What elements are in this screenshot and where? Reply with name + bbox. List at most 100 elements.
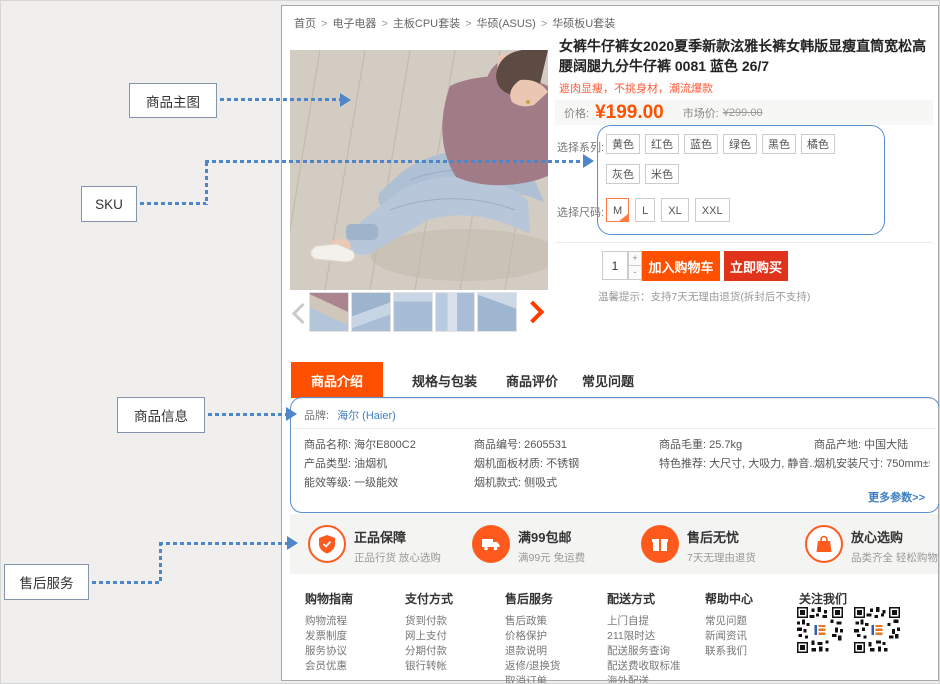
footer-link[interactable]: 返修/退换货 xyxy=(505,659,601,674)
footer-link[interactable]: 货到付款 xyxy=(405,614,501,629)
truck-icon xyxy=(472,525,510,563)
shield-icon xyxy=(308,525,346,563)
footer-column-after-sales: 售后服务 售后政策 价格保护 退款说明 返修/退换货 取消订单 xyxy=(505,590,601,684)
market-price-value: ¥299.00 xyxy=(723,107,763,119)
brand-row: 品牌: 海尔 (Haier) xyxy=(304,407,396,423)
tab-product-intro[interactable]: 商品介绍 xyxy=(291,362,383,398)
service-item: 正品保障 正品行货 放心选购 xyxy=(308,525,441,565)
price-value: ¥199.00 xyxy=(595,102,664,124)
product-title: 女裤牛仔裤女2020夏季新款泫雅长裤女韩版显瘦直筒宽松高腰阔腿九分牛仔裤 008… xyxy=(559,36,933,76)
brand-label: 品牌: xyxy=(304,410,329,422)
price-label: 价格: xyxy=(564,105,589,121)
annotation-line xyxy=(92,581,162,584)
footer-column-title: 帮助中心 xyxy=(705,590,801,607)
market-price-label: 市场价: xyxy=(683,105,719,121)
qr-code xyxy=(854,607,900,653)
promo-text: 遮肉显瘦，不挑身材，潮流爆款 xyxy=(559,80,713,96)
more-params-link[interactable]: 更多参数>> xyxy=(868,489,925,505)
thumbnail-1[interactable] xyxy=(309,292,349,332)
breadcrumb-link[interactable]: 华硕板U套装 xyxy=(552,18,615,30)
service-desc: 正品行货 放心选购 xyxy=(354,550,441,565)
footer-link[interactable]: 服务协议 xyxy=(305,644,401,659)
annotation-line xyxy=(220,98,340,101)
footer-column-delivery: 配送方式 上门自提 211限时达 配送服务查询 配送费收取标准 海外配送 xyxy=(607,590,703,684)
thumbnail-2[interactable] xyxy=(351,292,391,332)
tab-reviews[interactable]: 商品评价 xyxy=(506,362,558,398)
annotation-label-info: 商品信息 xyxy=(117,397,205,433)
spec-cell: 能效等级: 一级能效 xyxy=(304,474,474,493)
footer-link[interactable]: 联系我们 xyxy=(705,644,801,659)
quantity-increase-button[interactable]: + xyxy=(628,251,642,266)
annotation-line xyxy=(159,542,287,545)
divider xyxy=(292,428,936,429)
service-title: 正品保障 xyxy=(354,527,441,546)
breadcrumb-link[interactable]: 电子电器 xyxy=(332,18,376,30)
annotation-label-sku: SKU xyxy=(81,186,137,222)
brand-link[interactable]: 海尔 (Haier) xyxy=(337,410,396,422)
footer-column-title: 配送方式 xyxy=(607,590,703,607)
footer-link[interactable]: 海外配送 xyxy=(607,674,703,684)
footer-link[interactable]: 取消订单 xyxy=(505,674,601,684)
footer-link[interactable]: 配送服务查询 xyxy=(607,644,703,659)
footer-link[interactable]: 网上支付 xyxy=(405,629,501,644)
breadcrumb-link[interactable]: 华硕(ASUS) xyxy=(477,18,536,30)
model-photo-illustration xyxy=(290,50,548,290)
quantity-input[interactable] xyxy=(602,251,628,280)
thumbnail-4[interactable] xyxy=(435,292,475,332)
arrow-right-icon xyxy=(583,154,594,168)
footer-link[interactable]: 配送费收取标准 xyxy=(607,659,703,674)
annotation-line xyxy=(140,202,206,205)
chevron-right-icon[interactable] xyxy=(522,301,545,324)
footer-link[interactable]: 售后政策 xyxy=(505,614,601,629)
add-to-cart-button[interactable]: 加入购物车 xyxy=(642,251,720,281)
footer-column-payment: 支付方式 货到付款 网上支付 分期付款 银行转帐 xyxy=(405,590,501,674)
footer-link[interactable]: 分期付款 xyxy=(405,644,501,659)
footer-link[interactable]: 发票制度 xyxy=(305,629,401,644)
tab-faq[interactable]: 常见问题 xyxy=(582,362,634,398)
thumbnail-3[interactable] xyxy=(393,292,433,332)
arrow-right-icon xyxy=(287,536,298,550)
footer-column-shopping-guide: 购物指南 购物流程 发票制度 服务协议 会员优惠 xyxy=(305,590,401,674)
spec-cell: 商品产地: 中国大陆 xyxy=(814,436,930,455)
breadcrumb: 首页>电子电器>主板CPU套装>华硕(ASUS)>华硕板U套装 xyxy=(291,15,618,31)
service-desc: 7天无理由退货 xyxy=(687,550,756,565)
footer-link[interactable]: 退款说明 xyxy=(505,644,601,659)
arrow-right-icon xyxy=(340,93,351,107)
tab-spec-packaging[interactable]: 规格与包装 xyxy=(412,362,477,398)
gift-icon xyxy=(641,525,679,563)
footer-link[interactable]: 银行转帐 xyxy=(405,659,501,674)
annotation-label-service: 售后服务 xyxy=(4,564,89,600)
spec-cell: 烟机面板材质: 不锈钢 xyxy=(474,455,659,474)
qr-code xyxy=(797,607,843,653)
return-policy-tip: 温馨提示：支持7天无理由退货(拆封后不支持) xyxy=(598,289,810,304)
product-page-panel: 首页>电子电器>主板CPU套装>华硕(ASUS)>华硕板U套装 xyxy=(281,5,939,681)
footer-link[interactable]: 会员优惠 xyxy=(305,659,401,674)
quantity-decrease-button[interactable]: - xyxy=(628,265,642,280)
footer-link[interactable]: 新闻资讯 xyxy=(705,629,801,644)
arrow-right-icon xyxy=(286,407,297,421)
thumbnail-5[interactable] xyxy=(477,292,517,332)
footer-column-title: 关注我们 xyxy=(799,590,895,607)
annotation-label-main-image: 商品主图 xyxy=(129,83,217,118)
footer-link[interactable]: 价格保护 xyxy=(505,629,601,644)
buy-now-button[interactable]: 立即购买 xyxy=(724,251,788,281)
service-title: 售后无忧 xyxy=(687,527,756,546)
product-main-image[interactable] xyxy=(290,50,548,290)
footer-link[interactable]: 购物流程 xyxy=(305,614,401,629)
annotation-line xyxy=(205,160,583,163)
footer-link[interactable]: 上门自提 xyxy=(607,614,703,629)
footer-link[interactable]: 常见问题 xyxy=(705,614,801,629)
footer-column-title: 购物指南 xyxy=(305,590,401,607)
detail-tabs: 商品介绍 规格与包装 商品评价 常见问题 xyxy=(290,362,932,399)
sku-highlight-outline xyxy=(597,125,885,235)
annotation-line xyxy=(205,162,208,205)
footer-link[interactable]: 211限时达 xyxy=(607,629,703,644)
spec-cell: 产品类型: 油烟机 xyxy=(304,455,474,474)
breadcrumb-link[interactable]: 主板CPU套装 xyxy=(393,18,460,30)
spec-cell: 商品毛重: 25.7kg xyxy=(659,436,814,455)
service-item: 放心选购 品类齐全 轻松购物 xyxy=(805,525,938,565)
breadcrumb-link[interactable]: 首页 xyxy=(294,18,316,30)
spec-cell: 烟机款式: 侧吸式 xyxy=(474,474,659,493)
service-strip: 正品保障 正品行货 放心选购 满99包邮 满99元 免运费 售后无忧 7天无理由… xyxy=(290,514,938,574)
service-desc: 满99元 免运费 xyxy=(518,550,585,565)
